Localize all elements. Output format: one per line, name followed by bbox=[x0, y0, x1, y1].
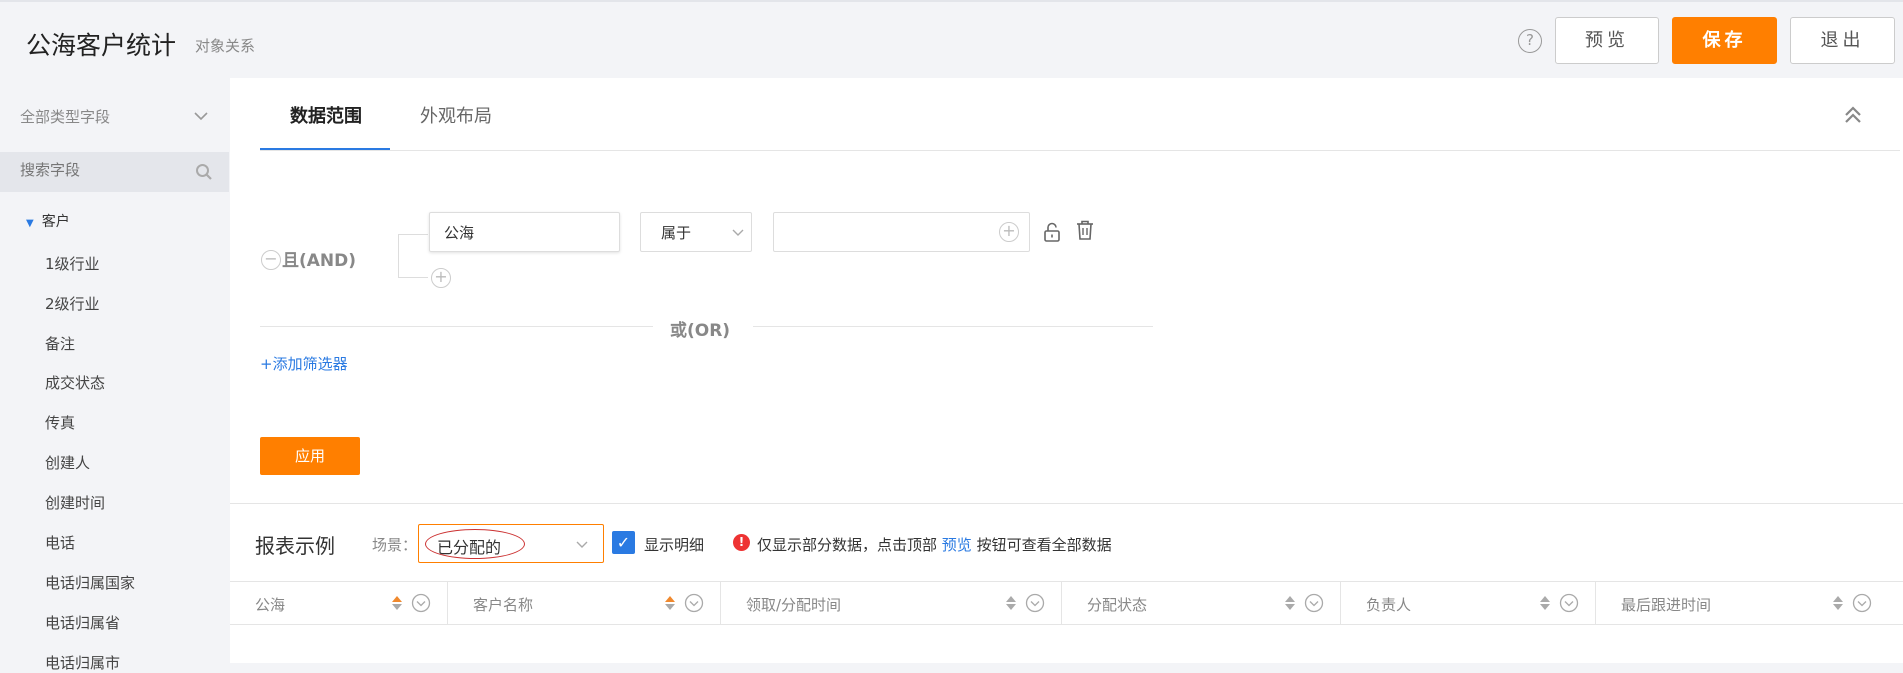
warning-text-after: 按钮可查看全部数据 bbox=[971, 536, 1112, 554]
main-panel: 数据范围 外观布局 − 且(AND) 公海 + 属于 + 或(OR) +添加筛选… bbox=[230, 78, 1903, 663]
and-label: 且(AND) bbox=[282, 251, 357, 271]
scene-select[interactable]: 已分配的 bbox=[418, 524, 604, 563]
tree-item[interactable]: 电话 bbox=[45, 532, 75, 553]
section-divider bbox=[230, 503, 1903, 504]
column-header[interactable]: 最后跟进时间 bbox=[1596, 582, 1903, 625]
scene-label: 场景： bbox=[372, 536, 418, 554]
tree-item[interactable]: 传真 bbox=[45, 412, 75, 433]
field-sidebar: 全部类型字段 ▼ 客户 1级行业 2级行业 备注 成交状态 传真 创建人 创建时间… bbox=[0, 78, 230, 672]
tree-root-customer[interactable]: ▼ 客户 bbox=[26, 211, 70, 231]
column-label: 公海 bbox=[255, 596, 286, 614]
apply-button[interactable]: 应用 bbox=[260, 437, 360, 475]
chevron-circle-down-icon[interactable] bbox=[1304, 593, 1324, 613]
sort-icon[interactable] bbox=[1005, 595, 1017, 611]
warning-preview-link[interactable]: 预览 bbox=[942, 536, 972, 554]
column-header[interactable]: 领取/分配时间 bbox=[721, 582, 1062, 625]
or-label: 或(OR) bbox=[670, 321, 731, 341]
group-bracket bbox=[398, 234, 428, 278]
sort-icon[interactable] bbox=[1539, 595, 1551, 611]
preview-button[interactable]: 预览 bbox=[1555, 17, 1659, 64]
tree-item[interactable]: 备注 bbox=[45, 333, 75, 354]
show-detail-label: 显示明细 bbox=[644, 536, 705, 554]
add-condition-icon[interactable]: + bbox=[431, 268, 451, 288]
column-label: 分配状态 bbox=[1087, 596, 1148, 614]
warning-text: 仅显示部分数据，点击顶部 预览 按钮可查看全部数据 bbox=[757, 534, 1112, 555]
tree-item[interactable]: 1级行业 bbox=[45, 253, 100, 274]
column-label: 领取/分配时间 bbox=[746, 596, 842, 614]
filter-field-select[interactable]: 公海 bbox=[429, 212, 620, 252]
trash-icon[interactable] bbox=[1076, 220, 1094, 240]
remove-group-icon[interactable]: − bbox=[261, 250, 281, 270]
show-detail-checkbox[interactable]: ✓ bbox=[612, 531, 635, 554]
chevron-circle-down-icon[interactable] bbox=[1559, 593, 1579, 613]
chevron-circle-down-icon[interactable] bbox=[1852, 593, 1872, 613]
column-header[interactable]: 分配状态 bbox=[1062, 582, 1341, 625]
warning-icon: ! bbox=[733, 534, 750, 551]
sort-icon[interactable] bbox=[1832, 595, 1844, 611]
report-table-header: 公海 客户名称 领取/分配时间 分配状态 负责人 最后跟进时间 bbox=[230, 581, 1903, 625]
tree-root-label: 客户 bbox=[41, 214, 70, 230]
operator-value: 属于 bbox=[661, 224, 692, 242]
filter-value-input[interactable]: + bbox=[773, 212, 1030, 252]
add-value-icon[interactable]: + bbox=[999, 222, 1019, 242]
chevron-down-icon bbox=[576, 541, 588, 548]
or-divider-left bbox=[260, 326, 653, 327]
field-search-input[interactable] bbox=[20, 162, 190, 179]
chevron-down-icon[interactable] bbox=[193, 108, 209, 124]
sort-icon[interactable] bbox=[1284, 595, 1296, 611]
save-button[interactable]: 保存 bbox=[1672, 17, 1777, 64]
caret-down-icon: ▼ bbox=[26, 218, 34, 229]
unlock-icon[interactable] bbox=[1043, 222, 1061, 242]
tab-data-range[interactable]: 数据范围 bbox=[290, 102, 362, 128]
field-type-select[interactable]: 全部类型字段 bbox=[20, 106, 110, 127]
tree-item[interactable]: 创建人 bbox=[45, 452, 90, 473]
search-icon[interactable] bbox=[195, 163, 213, 181]
chevron-circle-down-icon[interactable] bbox=[684, 593, 704, 613]
tab-appearance[interactable]: 外观布局 bbox=[420, 102, 492, 128]
chevron-circle-down-icon[interactable] bbox=[1025, 593, 1045, 613]
tabs-divider bbox=[260, 150, 1900, 151]
column-label: 负责人 bbox=[1366, 596, 1412, 614]
tree-item[interactable]: 2级行业 bbox=[45, 293, 100, 314]
column-label: 最后跟进时间 bbox=[1621, 596, 1712, 614]
tree-item[interactable]: 电话归属国家 bbox=[45, 572, 135, 593]
column-header[interactable]: 客户名称 bbox=[448, 582, 721, 625]
page-title: 公海客户统计 bbox=[26, 31, 177, 60]
column-header[interactable]: 公海 bbox=[230, 582, 448, 625]
chevron-circle-down-icon[interactable] bbox=[411, 593, 431, 613]
sort-icon[interactable] bbox=[391, 595, 403, 611]
help-icon[interactable]: ? bbox=[1518, 29, 1542, 53]
sort-icon[interactable] bbox=[664, 595, 676, 611]
operator-select[interactable]: 属于 bbox=[640, 212, 752, 252]
tree-item[interactable]: 成交状态 bbox=[45, 372, 105, 393]
field-search-box bbox=[0, 152, 229, 192]
tree-item[interactable]: 电话归属省 bbox=[45, 612, 120, 633]
warning-text-before: 仅显示部分数据，点击顶部 bbox=[757, 536, 942, 554]
page-subtitle: 对象关系 bbox=[195, 37, 256, 55]
top-bar: 公海客户统计 对象关系 ? 预览 保存 退出 bbox=[0, 0, 1903, 78]
exit-button[interactable]: 退出 bbox=[1790, 17, 1895, 64]
column-header[interactable]: 负责人 bbox=[1341, 582, 1596, 625]
report-title: 报表示例 bbox=[255, 534, 335, 558]
chevron-down-icon bbox=[732, 229, 744, 236]
add-filter-link[interactable]: +添加筛选器 bbox=[260, 353, 348, 374]
or-divider-right bbox=[753, 326, 1153, 327]
tree-item[interactable]: 创建时间 bbox=[45, 492, 105, 513]
scene-value: 已分配的 bbox=[437, 538, 502, 557]
double-chevron-up-icon[interactable] bbox=[1842, 104, 1864, 126]
column-label: 客户名称 bbox=[473, 596, 534, 614]
